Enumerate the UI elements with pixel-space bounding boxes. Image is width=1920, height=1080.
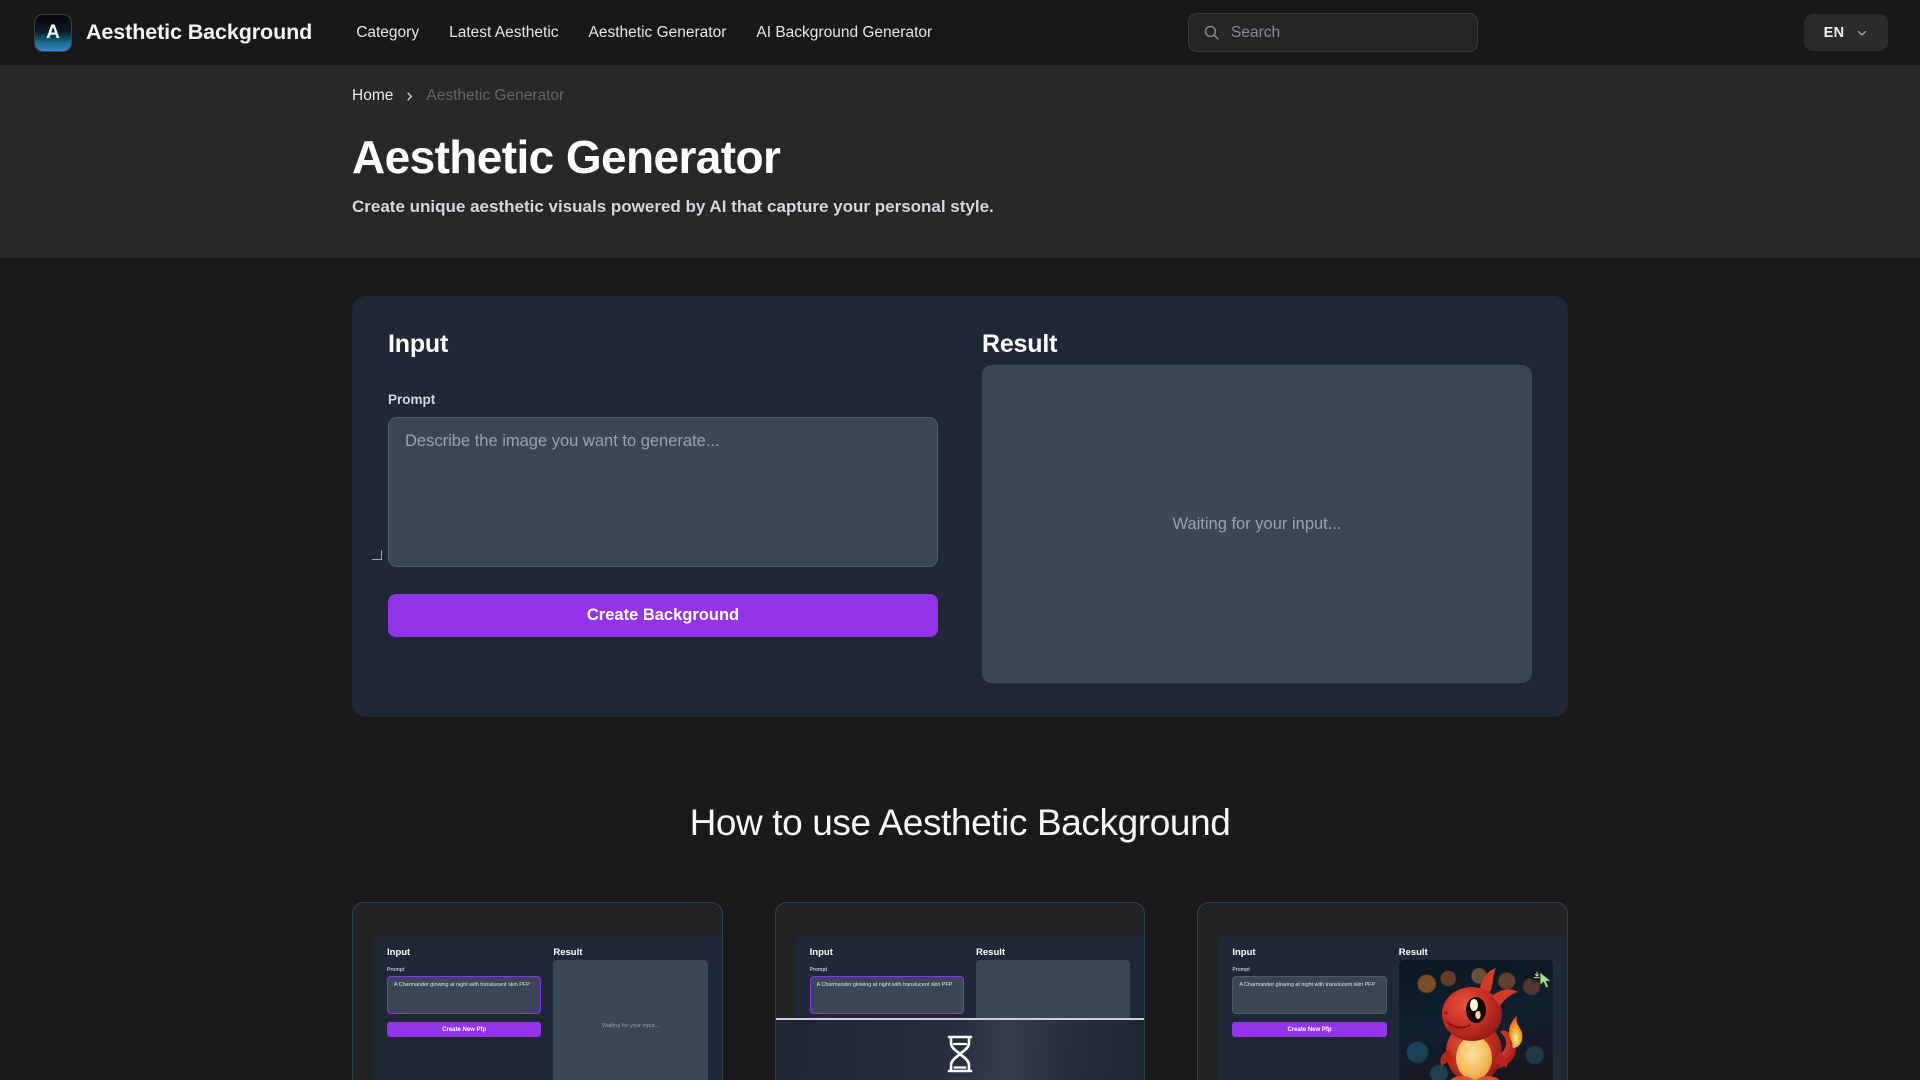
step3-mock-result: Result <box>1398 947 1567 1080</box>
chevron-right-icon <box>407 92 413 100</box>
dragon-character-illustration <box>1440 967 1523 1080</box>
result-preview-area: Waiting for your input... <box>982 365 1532 683</box>
step1-create-button: Create New Pfp <box>387 1022 542 1037</box>
download-button[interactable] <box>1529 967 1545 982</box>
hero-section: Home Aesthetic Generator Aesthetic Gener… <box>0 65 1920 258</box>
step1-mock-input: Input Prompt A Charmander glowing at nig… <box>373 947 553 1080</box>
step2-prompt-field: A Charmander glowing at night with trans… <box>809 976 965 1014</box>
step2-input-heading: Input <box>809 947 833 958</box>
result-heading: Result <box>982 330 1058 358</box>
result-column: Result Waiting for your input... <box>978 330 1568 683</box>
step1-input-heading: Input <box>387 947 411 958</box>
prompt-input[interactable] <box>388 417 938 567</box>
breadcrumb-home[interactable]: Home <box>352 87 393 105</box>
step3-prompt-field: A Charmander glowing at night with trans… <box>1232 976 1387 1014</box>
logo-letter: A <box>46 22 60 43</box>
breadcrumb: Home Aesthetic Generator <box>352 65 1568 105</box>
generating-overlay: Generating <box>775 1018 1145 1080</box>
breadcrumb-current: Aesthetic Generator <box>426 87 565 104</box>
nav-item-latest-aesthetic[interactable]: Latest Aesthetic <box>449 24 558 42</box>
howto-step-card-1[interactable]: Input Prompt A Charmander glowing at nig… <box>352 902 723 1080</box>
hourglass-icon <box>947 1035 973 1073</box>
chevron-down-icon <box>1858 30 1867 36</box>
step1-result-heading: Result <box>553 947 583 958</box>
step3-create-button: Create New Pfp <box>1232 1022 1387 1037</box>
download-icon <box>1533 971 1540 978</box>
howto-cards: Input Prompt A Charmander glowing at nig… <box>0 902 1920 1080</box>
step1-result-area: Waiting for your input... <box>553 960 708 1080</box>
input-heading: Input <box>388 330 449 358</box>
site-header: A Aesthetic Background Category Latest A… <box>0 0 1920 65</box>
step3-result-image-area <box>1398 960 1554 1080</box>
step3-result-heading: Result <box>1398 947 1428 958</box>
brand-logo-group[interactable]: A Aesthetic Background <box>34 13 313 52</box>
generator-section: Input Prompt Create Background Result Wa… <box>0 258 1920 717</box>
language-value: EN <box>1823 24 1845 41</box>
step1-prompt-label: Prompt <box>387 967 405 973</box>
input-column: Input Prompt Create Background <box>352 330 978 683</box>
nav-item-aesthetic-generator[interactable]: Aesthetic Generator <box>589 24 727 42</box>
page-subtitle: Create unique aesthetic visuals powered … <box>352 197 994 217</box>
step2-result-heading: Result <box>976 947 1006 958</box>
step3-prompt-label: Prompt <box>1232 967 1250 973</box>
search-box[interactable] <box>1188 13 1478 52</box>
howto-step-card-2[interactable]: Input Prompt A Charmander glowing at nig… <box>774 902 1146 1080</box>
nav-item-ai-background-generator[interactable]: AI Background Generator <box>756 24 932 42</box>
result-placeholder-text: Waiting for your input... <box>1172 514 1342 533</box>
create-background-button[interactable]: Create Background <box>388 594 938 637</box>
step2-prompt-label: Prompt <box>809 967 828 973</box>
step3-mock-input: Input Prompt A Charmander glowing at nig… <box>1218 947 1398 1080</box>
howto-step-card-3[interactable]: Input Prompt A Charmander glowing at nig… <box>1197 902 1569 1080</box>
step3-input-heading: Input <box>1232 947 1256 958</box>
search-input[interactable] <box>1231 23 1463 42</box>
prompt-label: Prompt <box>388 392 436 407</box>
step1-result-placeholder: Waiting for your input... <box>601 1023 660 1029</box>
main-nav: Category Latest Aesthetic Aesthetic Gene… <box>356 24 932 42</box>
howto-title: How to use Aesthetic Background <box>689 802 1231 843</box>
step1-prompt-field: A Charmander glowing at night with trans… <box>387 976 542 1014</box>
language-selector[interactable]: EN <box>1804 14 1888 51</box>
generator-panel: Input Prompt Create Background Result Wa… <box>352 296 1568 717</box>
app-logo-icon: A <box>34 13 72 52</box>
brand-name: Aesthetic Background <box>86 20 313 44</box>
step1-mock-result: Result Waiting for your input... <box>553 947 721 1080</box>
search-icon <box>1204 25 1219 40</box>
nav-item-category[interactable]: Category <box>356 24 419 42</box>
step1-mock: Input Prompt A Charmander glowing at nig… <box>373 935 722 1080</box>
step3-mock: Input Prompt A Charmander glowing at nig… <box>1218 935 1568 1080</box>
page-title: Aesthetic Generator <box>352 131 781 183</box>
